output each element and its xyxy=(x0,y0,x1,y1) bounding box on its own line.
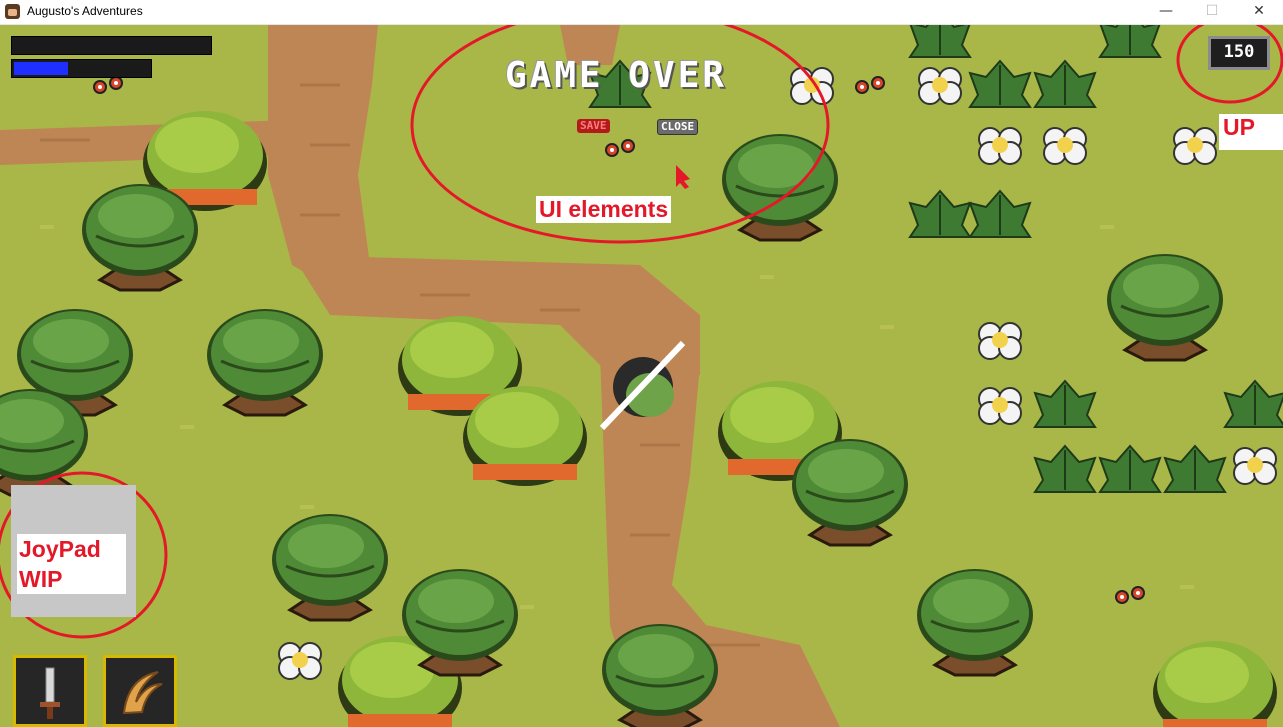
game-world xyxy=(0,25,1283,727)
annotation-joypad-line1: JoyPad xyxy=(19,536,101,562)
annotation-joypad: JoyPad WIP xyxy=(17,534,126,594)
window-title: Augusto's Adventures xyxy=(27,4,143,18)
stamina-bar xyxy=(11,59,152,78)
health-bar xyxy=(11,36,212,55)
sword-icon xyxy=(40,667,60,719)
save-button[interactable]: SAVE xyxy=(577,119,610,133)
minimize-button[interactable]: — xyxy=(1143,0,1189,24)
game-over-heading: GAME OVER xyxy=(505,55,728,96)
annotation-up: UP xyxy=(1219,114,1283,150)
claw-icon xyxy=(122,671,163,715)
window-titlebar: Augusto's Adventures — ☐ ✕ xyxy=(0,0,1283,25)
close-button[interactable]: CLOSE xyxy=(657,119,699,135)
game-viewport[interactable]: 150 GAME OVER SAVE CLOSE UI elements UP … xyxy=(0,25,1283,727)
maximize-button[interactable]: ☐ xyxy=(1189,0,1235,24)
inventory-slot-claw[interactable] xyxy=(103,655,177,727)
annotation-joypad-line2: WIP xyxy=(19,566,63,592)
inventory-slot-sword[interactable] xyxy=(13,655,87,727)
annotation-ui-elements: UI elements xyxy=(536,196,672,223)
close-window-button[interactable]: ✕ xyxy=(1236,0,1282,24)
app-icon xyxy=(5,4,20,19)
score-counter: 150 xyxy=(1208,36,1270,70)
stamina-bar-fill xyxy=(14,62,68,75)
